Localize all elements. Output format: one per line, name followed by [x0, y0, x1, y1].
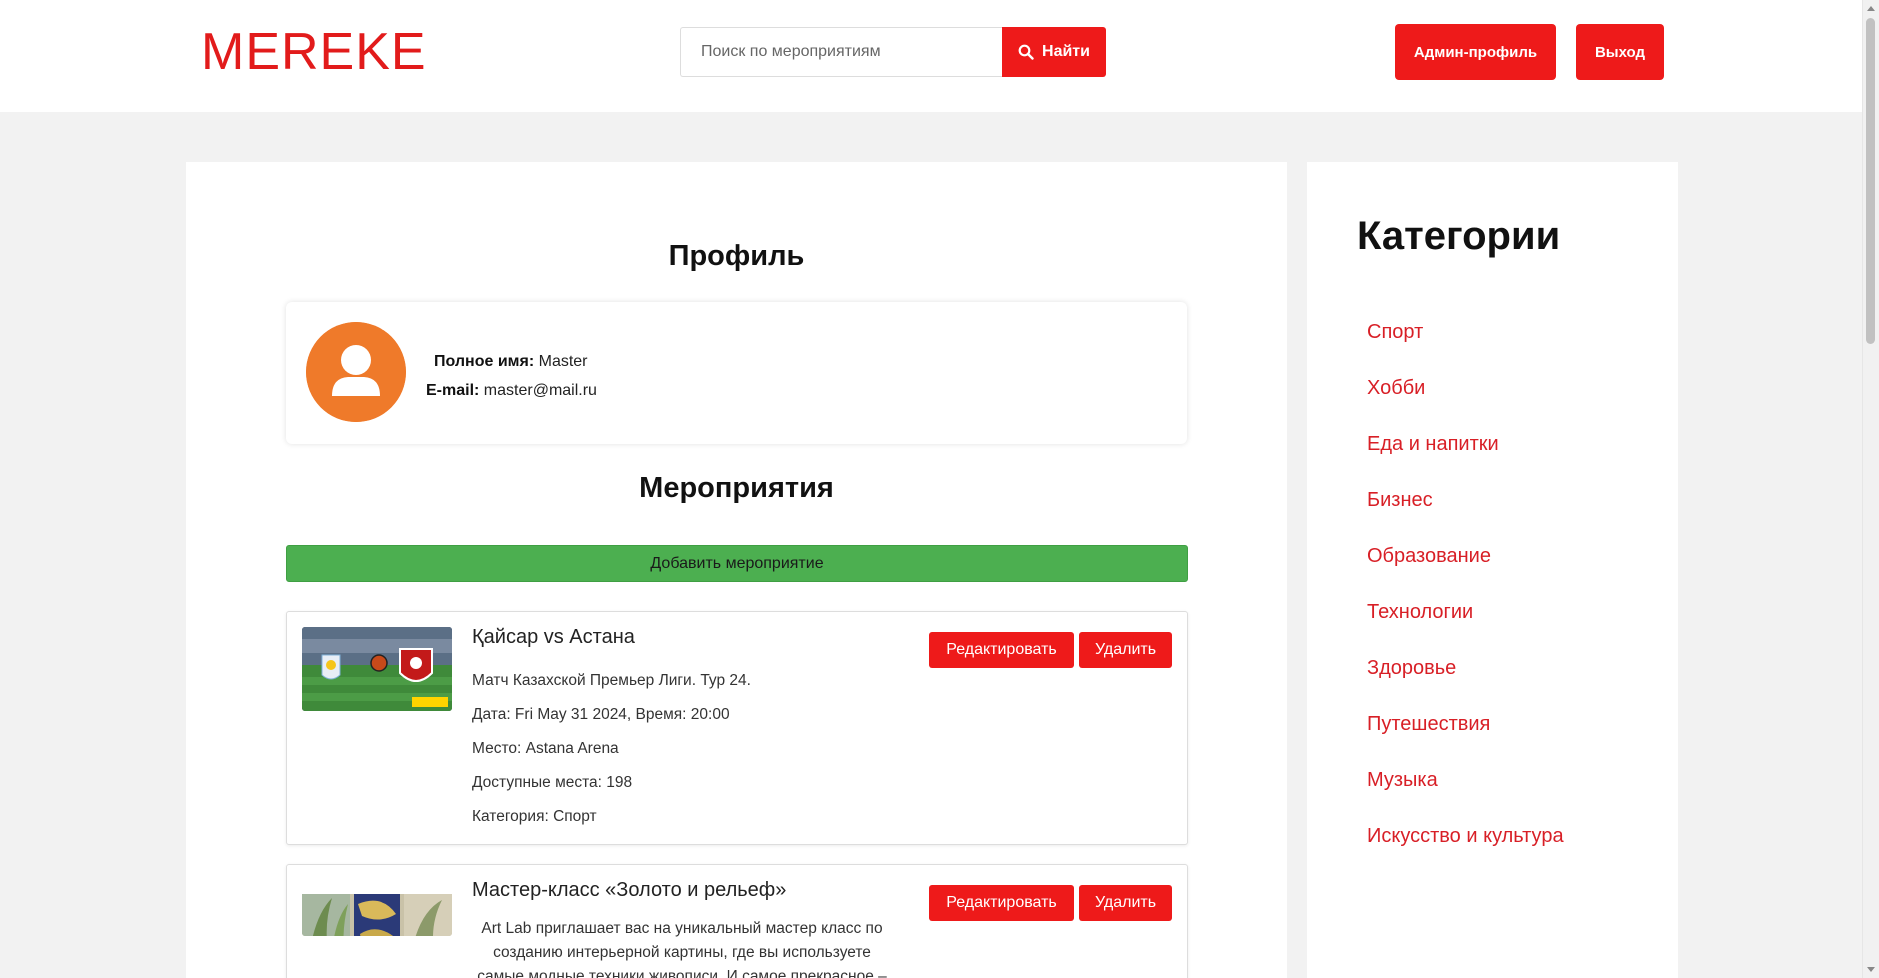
event-title: Мастер-класс «Золото и рельеф» [472, 879, 787, 901]
categories-title: Категории [1357, 214, 1561, 258]
event-actions: Редактировать Удалить [929, 632, 1172, 668]
category-link[interactable]: Здоровье [1367, 640, 1564, 696]
edit-event-button[interactable]: Редактировать [929, 632, 1074, 668]
category-link[interactable]: Технологии [1367, 584, 1564, 640]
profile-card: Полное имя: Master E-mail: master@mail.r… [286, 302, 1187, 444]
category-list: Спорт Хобби Еда и напитки Бизнес Образов… [1367, 304, 1564, 864]
category-link[interactable]: Искусство и культура [1367, 808, 1564, 864]
profile-title: Профиль [668, 240, 805, 272]
name-label: Полное имя: [434, 353, 535, 370]
event-description: Art Lab приглашает вас на уникальный мас… [477, 920, 887, 978]
events-title: Мероприятия [639, 472, 834, 504]
event-card: Қайсар vs Астана Матч Казахской Премьер … [286, 611, 1188, 845]
admin-profile-button[interactable]: Админ-профиль [1395, 24, 1556, 80]
scroll-up-arrow-icon[interactable] [1867, 6, 1875, 11]
event-card: Мастер-класс «Золото и рельеф» Art Lab п… [286, 864, 1188, 978]
event-title: Қайсар vs Астана [472, 626, 635, 648]
category-link[interactable]: Бизнес [1367, 472, 1564, 528]
category-link[interactable]: Еда и напитки [1367, 416, 1564, 472]
name-value: Master [538, 353, 588, 370]
event-place: Место: Astana Arena [472, 740, 619, 757]
email-label: E-mail: [426, 382, 480, 399]
add-event-button[interactable]: Добавить мероприятие [286, 545, 1188, 582]
event-details: Матч Казахской Премьер Лиги. Тур 24. Дат… [472, 664, 751, 834]
delete-event-button[interactable]: Удалить [1079, 885, 1172, 921]
category-link[interactable]: Спорт [1367, 304, 1564, 360]
event-datetime: Дата: Fri May 31 2024, Время: 20:00 [472, 706, 730, 723]
event-seats: Доступные места: 198 [472, 774, 633, 791]
event-category: Категория: Спорт [472, 808, 597, 825]
painting-image [302, 894, 452, 936]
search-input[interactable] [680, 27, 1002, 77]
event-description: Матч Казахской Премьер Лиги. Тур 24. [472, 672, 751, 689]
edit-event-button[interactable]: Редактировать [929, 885, 1074, 921]
category-link[interactable]: Образование [1367, 528, 1564, 584]
logout-button[interactable]: Выход [1576, 24, 1664, 80]
category-link[interactable]: Хобби [1367, 360, 1564, 416]
category-link[interactable]: Музыка [1367, 752, 1564, 808]
scroll-thumb[interactable] [1866, 18, 1875, 344]
event-image[interactable] [302, 880, 452, 936]
header: MEREKE Найти Админ-профиль Выход [0, 0, 1862, 112]
search-bar: Найти [680, 27, 1106, 77]
search-button-label: Найти [1042, 43, 1090, 60]
site-logo[interactable]: MEREKE [201, 22, 427, 82]
profile-info: Полное имя: Master E-mail: master@mail.r… [426, 347, 597, 405]
search-button[interactable]: Найти [1002, 27, 1106, 77]
event-actions: Редактировать Удалить [929, 885, 1172, 921]
scroll-down-arrow-icon[interactable] [1867, 967, 1875, 972]
page-scrollbar[interactable] [1862, 0, 1879, 978]
avatar [306, 322, 406, 422]
categories-sidebar: Категории Спорт Хобби Еда и напитки Бизн… [1307, 162, 1678, 978]
main-panel: Профиль Полное имя: Master E-mail: maste… [186, 162, 1287, 978]
delete-event-button[interactable]: Удалить [1079, 632, 1172, 668]
event-image[interactable] [302, 627, 452, 711]
stadium-image [302, 627, 452, 711]
email-value: master@mail.ru [483, 382, 597, 399]
category-link[interactable]: Путешествия [1367, 696, 1564, 752]
user-icon [306, 322, 406, 422]
search-icon [1018, 44, 1034, 60]
